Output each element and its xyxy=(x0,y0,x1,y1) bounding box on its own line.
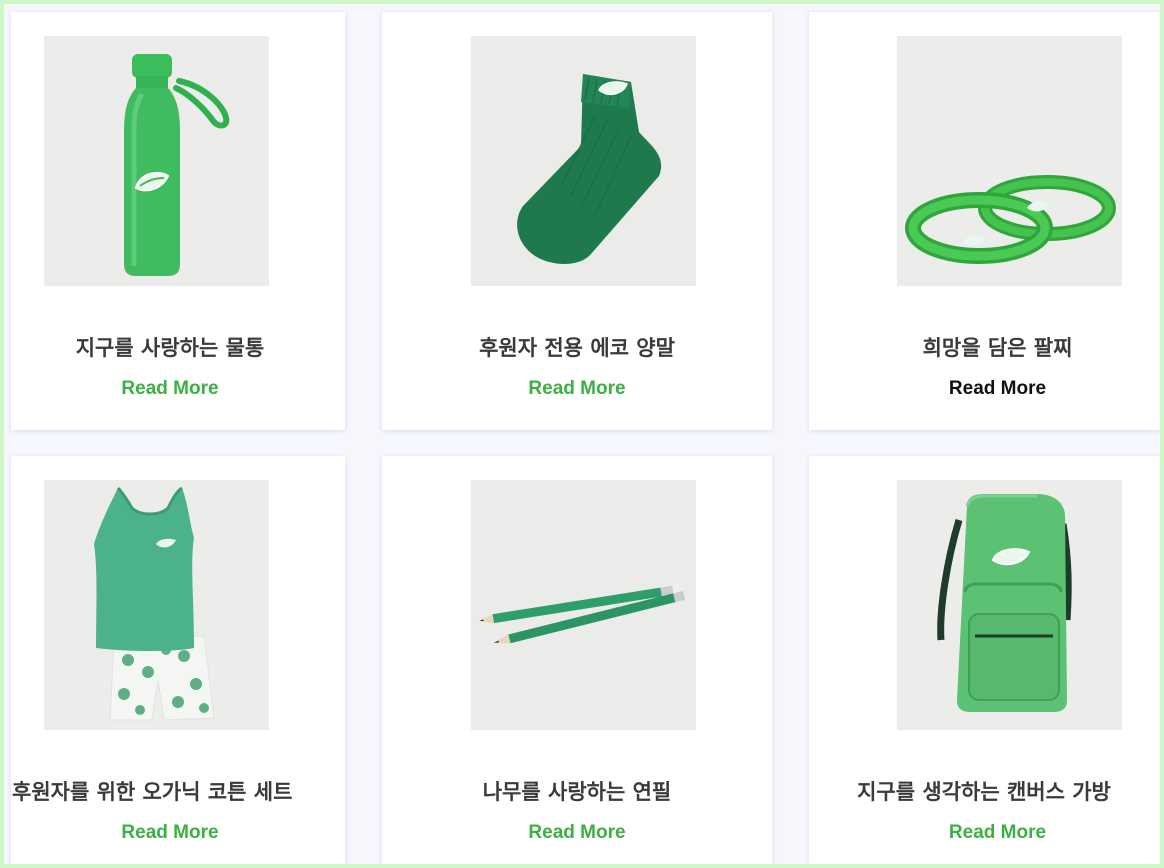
product-title: 후원자 전용 에코 양말 xyxy=(479,336,675,360)
backpack-image[interactable] xyxy=(897,480,1122,730)
read-more-link[interactable]: Read More xyxy=(4,822,337,844)
pencils-image[interactable] xyxy=(471,480,696,730)
water-bottle-icon xyxy=(44,36,269,286)
product-card-backpack: 지구를 생각하는 캔버스 가방 Read More xyxy=(809,456,1160,864)
water-bottle-image[interactable] xyxy=(44,36,269,286)
product-card-cotton-set: 후원자를 위한 오가닉 코튼 세트 Read More xyxy=(11,456,345,864)
product-grid: 지구를 사랑하는 물통 Read More 후원자 전용 에코 양말 Read … xyxy=(0,0,1164,868)
read-more-link[interactable]: Read More xyxy=(833,822,1160,844)
backpack-icon xyxy=(897,480,1122,730)
pencils-icon xyxy=(471,480,696,730)
product-title: 나무를 사랑하는 연필 xyxy=(482,780,672,804)
read-more-link[interactable]: Read More xyxy=(382,822,772,844)
sock-image[interactable] xyxy=(471,36,696,286)
sock-icon xyxy=(471,36,696,286)
product-title: 희망을 담은 팔찌 xyxy=(922,336,1073,360)
product-card-sock: 후원자 전용 에코 양말 Read More xyxy=(382,12,772,430)
tank-top-shorts-icon xyxy=(44,480,269,730)
product-title: 지구를 사랑하는 물통 xyxy=(75,336,265,360)
product-title: 지구를 생각하는 캔버스 가방 xyxy=(857,780,1111,804)
wristband-image[interactable] xyxy=(897,36,1122,286)
read-more-link[interactable]: Read More xyxy=(833,378,1160,400)
read-more-link[interactable]: Read More xyxy=(382,378,772,400)
cotton-set-image[interactable] xyxy=(44,480,269,730)
product-card-water-bottle: 지구를 사랑하는 물통 Read More xyxy=(11,12,345,430)
read-more-link[interactable]: Read More xyxy=(4,378,337,400)
wristband-icon xyxy=(897,36,1122,286)
product-title: 후원자를 위한 오가닉 코튼 세트 xyxy=(12,780,293,804)
product-card-pencils: 나무를 사랑하는 연필 Read More xyxy=(382,456,772,864)
product-card-wristband: 희망을 담은 팔찌 Read More xyxy=(809,12,1160,430)
